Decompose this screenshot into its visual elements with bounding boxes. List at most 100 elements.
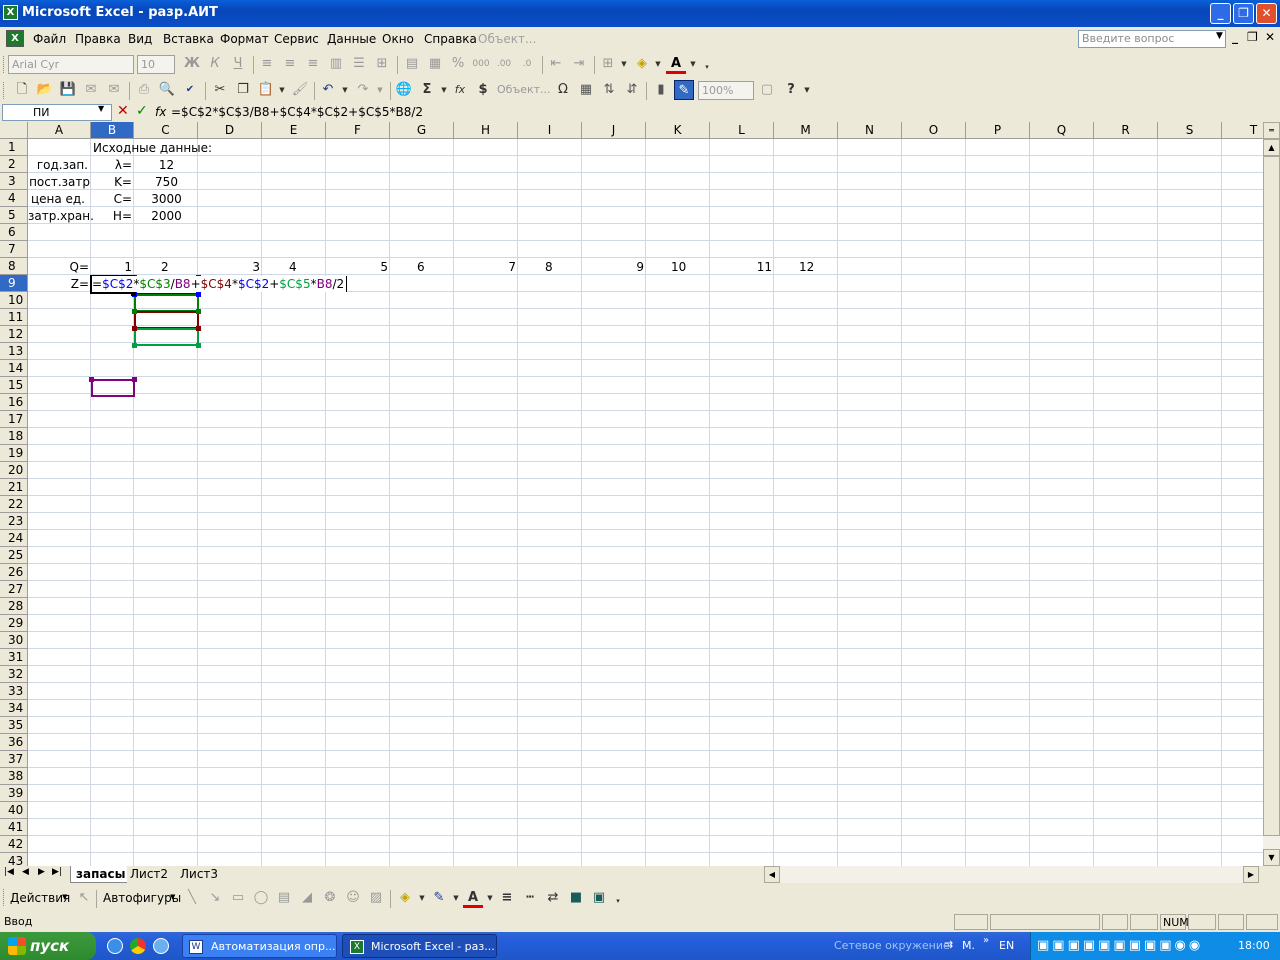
ref-handle[interactable] bbox=[132, 309, 137, 314]
cell-c4[interactable]: 3000 bbox=[135, 191, 198, 207]
ie-icon[interactable] bbox=[107, 938, 123, 954]
row-header-20[interactable]: 20 bbox=[0, 462, 28, 479]
column-header-h[interactable]: H bbox=[454, 122, 518, 139]
enter-icon[interactable]: ✓ bbox=[136, 103, 148, 119]
sort-descending-icon[interactable]: ⇵ bbox=[622, 80, 642, 100]
copy-icon[interactable]: ❐ bbox=[233, 80, 253, 100]
row-header-6[interactable]: 6 bbox=[0, 224, 28, 241]
doc-restore-button[interactable]: ❐ bbox=[1247, 30, 1258, 44]
menu-help[interactable]: Справка bbox=[424, 32, 477, 46]
ask-question-input[interactable]: Введите вопрос bbox=[1078, 30, 1226, 48]
justify-icon[interactable]: ☰ bbox=[349, 54, 369, 74]
chart-wizard-icon[interactable]: ▮ bbox=[651, 80, 671, 100]
cell-b3[interactable]: K= bbox=[92, 174, 132, 190]
increase-indent-icon[interactable]: ⇥ bbox=[569, 54, 589, 74]
column-header-n[interactable]: N bbox=[838, 122, 902, 139]
cell-c3[interactable]: 750 bbox=[135, 174, 198, 190]
print-preview-icon[interactable]: 🔍 bbox=[157, 80, 177, 100]
permission-icon[interactable]: ✉ bbox=[81, 80, 101, 100]
menu-file[interactable]: Файл bbox=[33, 32, 66, 46]
language-indicator[interactable]: EN bbox=[999, 939, 1014, 952]
cell-c8[interactable]: 2 bbox=[161, 259, 169, 275]
distributed-align-icon[interactable]: ▥ bbox=[326, 54, 346, 74]
decrease-indent-icon[interactable]: ⇤ bbox=[546, 54, 566, 74]
cell-c2[interactable]: 12 bbox=[135, 157, 198, 173]
format-painter-icon[interactable]: 🖌 bbox=[290, 80, 310, 100]
ref-handle[interactable] bbox=[196, 292, 201, 297]
ref-handle[interactable] bbox=[132, 377, 137, 382]
increase-decimal-icon[interactable]: .00 bbox=[494, 54, 514, 74]
ref-handle[interactable] bbox=[196, 343, 201, 348]
align-left-icon[interactable]: ≡ bbox=[257, 54, 277, 74]
euro-icon[interactable]: ▦ bbox=[425, 54, 445, 74]
row-header-21[interactable]: 21 bbox=[0, 479, 28, 496]
oval-icon[interactable]: ◯ bbox=[251, 888, 271, 908]
media-icon[interactable] bbox=[153, 938, 169, 954]
undo-dropdown-icon[interactable]: ▼ bbox=[335, 80, 355, 100]
row-header-33[interactable]: 33 bbox=[0, 683, 28, 700]
row-header-41[interactable]: 41 bbox=[0, 819, 28, 836]
textbox-icon[interactable]: ▤ bbox=[274, 888, 294, 908]
cancel-icon[interactable]: ✕ bbox=[117, 103, 129, 119]
row-header-16[interactable]: 16 bbox=[0, 394, 28, 411]
row-header-12[interactable]: 12 bbox=[0, 326, 28, 343]
network-places-label[interactable]: Сетевое окружение bbox=[834, 939, 950, 952]
menu-data[interactable]: Данные bbox=[327, 32, 376, 46]
ref-handle[interactable] bbox=[196, 326, 201, 331]
row-header-18[interactable]: 18 bbox=[0, 428, 28, 445]
menu-format[interactable]: Формат bbox=[220, 32, 269, 46]
toolbar-expand-icon[interactable]: » bbox=[983, 935, 989, 946]
row-header-37[interactable]: 37 bbox=[0, 751, 28, 768]
cell-l8[interactable]: 11 bbox=[711, 259, 772, 275]
hscroll-right-icon[interactable]: ▶ bbox=[1243, 866, 1259, 883]
row-header-32[interactable]: 32 bbox=[0, 666, 28, 683]
minimize-button[interactable]: _ bbox=[1210, 3, 1231, 24]
prev-sheet-icon[interactable]: ◀ bbox=[22, 867, 29, 877]
workbook-icon[interactable]: X bbox=[6, 30, 24, 47]
close-button[interactable]: ✕ bbox=[1256, 3, 1277, 24]
hyperlink-icon[interactable]: 🌐 bbox=[394, 80, 414, 100]
menu-insert[interactable]: Вставка bbox=[163, 32, 214, 46]
row-header-35[interactable]: 35 bbox=[0, 717, 28, 734]
email-icon[interactable]: ✉ bbox=[104, 80, 124, 100]
column-header-i[interactable]: I bbox=[518, 122, 582, 139]
column-header-o[interactable]: O bbox=[902, 122, 966, 139]
vertical-scrollbar[interactable]: ═ ▲ ▼ bbox=[1263, 122, 1280, 866]
save-icon[interactable]: 💾 bbox=[58, 80, 78, 100]
toolbar-options-icon[interactable]: ▾ bbox=[697, 57, 717, 77]
name-box[interactable]: ПИ bbox=[2, 104, 112, 121]
row-header-11[interactable]: 11 bbox=[0, 309, 28, 326]
row-header-28[interactable]: 28 bbox=[0, 598, 28, 615]
cell-d8[interactable]: 3 bbox=[199, 259, 260, 275]
cell-a8[interactable]: Q= bbox=[28, 259, 90, 275]
toolbar-options-icon[interactable]: ▾ bbox=[608, 891, 628, 911]
research-icon[interactable]: ▢ bbox=[757, 80, 777, 100]
italic-icon[interactable]: К bbox=[205, 54, 225, 74]
row-header-8[interactable]: 8 bbox=[0, 258, 28, 275]
row-header-14[interactable]: 14 bbox=[0, 360, 28, 377]
column-header-r[interactable]: R bbox=[1094, 122, 1158, 139]
menu-view[interactable]: Вид bbox=[128, 32, 152, 46]
sort-ascending-icon[interactable]: ⇅ bbox=[599, 80, 619, 100]
underline-icon[interactable]: Ч bbox=[228, 54, 248, 74]
menu-object[interactable]: Объект... bbox=[478, 32, 536, 46]
column-header-d[interactable]: D bbox=[198, 122, 262, 139]
comma-style-icon[interactable]: 000 bbox=[471, 54, 491, 74]
row-header-30[interactable]: 30 bbox=[0, 632, 28, 649]
row-header-42[interactable]: 42 bbox=[0, 836, 28, 853]
print-icon[interactable]: ⎙ bbox=[134, 80, 154, 100]
currency-style-icon[interactable]: ▤ bbox=[402, 54, 422, 74]
cell-b5[interactable]: H= bbox=[92, 208, 132, 224]
insert-function-icon[interactable]: fx bbox=[450, 80, 470, 100]
cell-a5[interactable]: затр.хран. bbox=[28, 208, 94, 224]
row-header-26[interactable]: 26 bbox=[0, 564, 28, 581]
cell-m8[interactable]: 12 bbox=[799, 259, 814, 275]
column-header-m[interactable]: M bbox=[774, 122, 838, 139]
cell-e8[interactable]: 4 bbox=[289, 259, 297, 275]
scroll-split-icon[interactable]: ═ bbox=[1263, 122, 1280, 139]
row-header-17[interactable]: 17 bbox=[0, 411, 28, 428]
open-icon[interactable]: 📂 bbox=[35, 80, 55, 100]
menu-tools[interactable]: Сервис bbox=[274, 32, 319, 46]
cell-a4[interactable]: цена ед. bbox=[28, 191, 85, 207]
borders-dropdown-icon[interactable]: ▼ bbox=[614, 54, 634, 74]
